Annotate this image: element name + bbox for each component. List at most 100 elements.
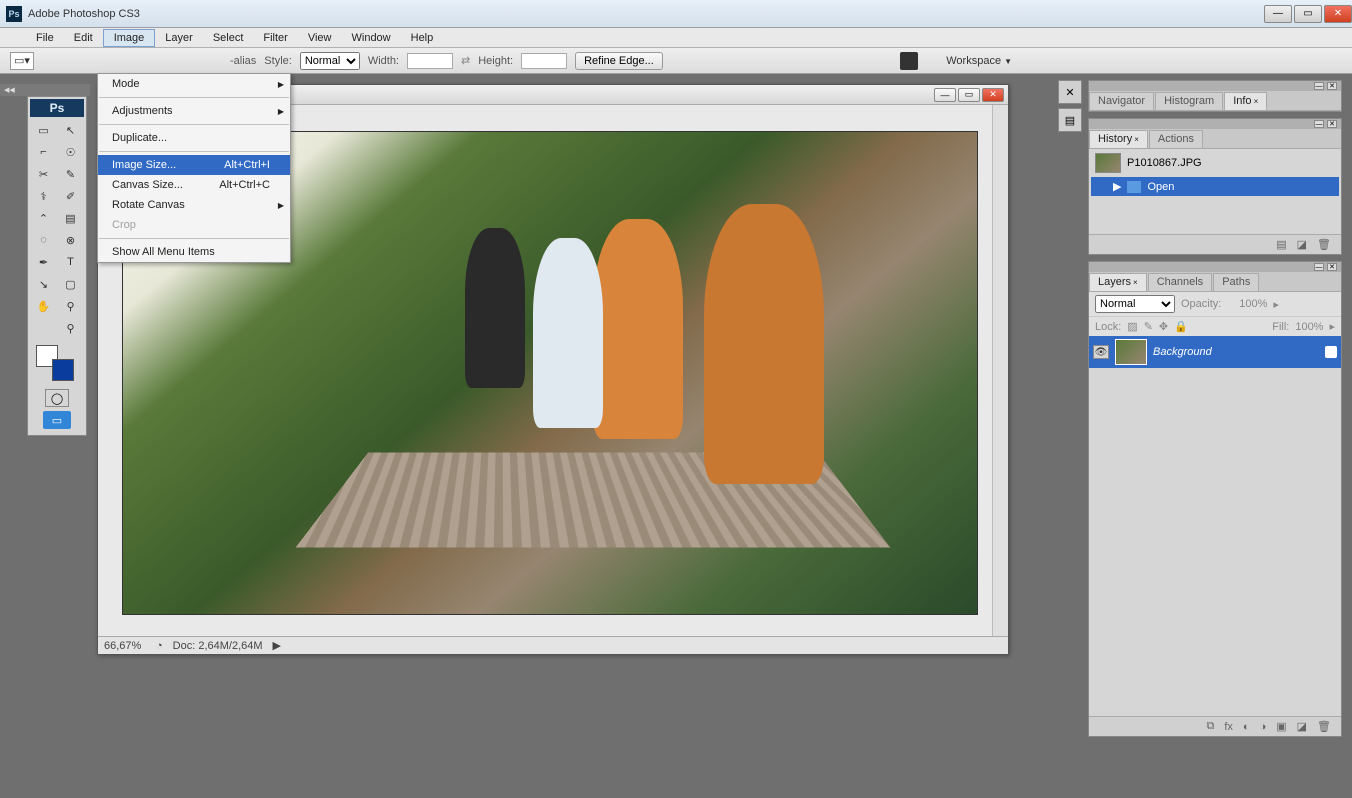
- delete-icon[interactable]: 🗑: [1317, 238, 1331, 251]
- panel-minimize-icon[interactable]: —: [1314, 263, 1324, 271]
- menu-item-show-all-menu-items[interactable]: Show All Menu Items: [98, 242, 290, 262]
- menu-edit[interactable]: Edit: [64, 30, 103, 46]
- layer-visibility-icon[interactable]: 👁: [1093, 345, 1109, 359]
- adjustment-layer-icon[interactable]: ◑: [1260, 721, 1267, 733]
- screen-mode-button[interactable]: ▭: [43, 411, 71, 429]
- doc-close-button[interactable]: ✕: [982, 88, 1004, 102]
- tab-navigator[interactable]: Navigator: [1089, 92, 1154, 110]
- lock-all-icon[interactable]: 🔒: [1174, 320, 1188, 333]
- tool-4-0[interactable]: ⌃: [30, 207, 57, 229]
- lock-transparent-icon[interactable]: ▨: [1127, 320, 1137, 333]
- doc-minimize-button[interactable]: —: [934, 88, 956, 102]
- tool-3-1[interactable]: ✐: [57, 185, 84, 207]
- height-input[interactable]: [521, 53, 567, 69]
- history-handle[interactable]: — ✕: [1089, 119, 1341, 129]
- zoom-level[interactable]: 66,67%: [104, 640, 146, 652]
- tab-layers[interactable]: Layers×: [1089, 273, 1147, 291]
- menu-item-duplicate-[interactable]: Duplicate...: [98, 128, 290, 148]
- tool-preset-picker[interactable]: ▭▾: [10, 52, 34, 70]
- tool-2-0[interactable]: ✂: [30, 163, 57, 185]
- tool-7-0[interactable]: ↘: [30, 273, 57, 295]
- new-document-icon[interactable]: ◪: [1297, 238, 1307, 251]
- tab-info[interactable]: Info×: [1224, 92, 1267, 110]
- delete-layer-icon[interactable]: 🗑: [1317, 720, 1331, 733]
- tool-9-0[interactable]: [30, 317, 57, 339]
- panel-minimize-icon[interactable]: —: [1314, 82, 1324, 90]
- refine-edge-button[interactable]: Refine Edge...: [575, 52, 663, 70]
- fill-arrow-icon[interactable]: ▸: [1329, 320, 1335, 333]
- lock-pixels-icon[interactable]: ✎: [1144, 320, 1153, 333]
- tool-1-0[interactable]: ⌐: [30, 141, 57, 163]
- tool-0-1[interactable]: ↖: [57, 119, 84, 141]
- tool-8-1[interactable]: ⚲: [57, 295, 84, 317]
- panel-close-icon[interactable]: ✕: [1327, 82, 1337, 90]
- zoom-icon[interactable]: ◔: [156, 640, 163, 652]
- new-snapshot-icon[interactable]: ▤: [1276, 238, 1286, 251]
- tools-handle[interactable]: ◀◀: [0, 84, 90, 96]
- menu-view[interactable]: View: [298, 30, 342, 46]
- tool-3-0[interactable]: ⚕: [30, 185, 57, 207]
- tool-8-0[interactable]: ✋: [30, 295, 57, 317]
- tab-history[interactable]: History×: [1089, 130, 1148, 148]
- tab-paths[interactable]: Paths: [1213, 273, 1259, 291]
- style-select[interactable]: Normal: [300, 52, 360, 70]
- tool-4-1[interactable]: ▤: [57, 207, 84, 229]
- link-layers-icon[interactable]: ⧉: [1206, 720, 1214, 733]
- lock-position-icon[interactable]: ✥: [1159, 320, 1168, 333]
- stub-tools-icon[interactable]: ✕: [1058, 80, 1082, 104]
- menu-item-mode[interactable]: Mode: [98, 74, 290, 94]
- menu-item-adjustments[interactable]: Adjustments: [98, 101, 290, 121]
- tool-5-0[interactable]: ◌: [30, 229, 57, 251]
- layers-handle[interactable]: — ✕: [1089, 262, 1341, 272]
- tab-histogram[interactable]: Histogram: [1155, 92, 1223, 110]
- tool-0-0[interactable]: ▭: [30, 119, 57, 141]
- background-color[interactable]: [52, 359, 74, 381]
- navigator-handle[interactable]: — ✕: [1089, 81, 1341, 91]
- tool-2-1[interactable]: ✎: [57, 163, 84, 185]
- menu-item-rotate-canvas[interactable]: Rotate Canvas: [98, 195, 290, 215]
- bridge-icon[interactable]: [900, 52, 918, 70]
- tool-5-1[interactable]: ⊗: [57, 229, 84, 251]
- tool-7-1[interactable]: ▢: [57, 273, 84, 295]
- info-arrow-icon[interactable]: ▶: [273, 639, 281, 652]
- panel-close-icon[interactable]: ✕: [1327, 120, 1337, 128]
- menu-item-canvas-size-[interactable]: Canvas Size...Alt+Ctrl+C: [98, 175, 290, 195]
- doc-maximize-button[interactable]: ▭: [958, 88, 980, 102]
- blend-mode-select[interactable]: Normal: [1095, 295, 1175, 313]
- vertical-scrollbar[interactable]: [992, 105, 1008, 654]
- panel-minimize-icon[interactable]: —: [1314, 120, 1324, 128]
- history-step-open[interactable]: ▶ Open: [1091, 177, 1339, 196]
- history-source-file[interactable]: P1010867.JPG: [1091, 151, 1339, 175]
- menu-select[interactable]: Select: [203, 30, 254, 46]
- minimize-button[interactable]: —: [1264, 5, 1292, 23]
- panel-close-icon[interactable]: ✕: [1327, 263, 1337, 271]
- layer-background[interactable]: 👁 Background: [1089, 336, 1341, 368]
- stub-panel-icon[interactable]: ▤: [1058, 108, 1082, 132]
- tool-1-1[interactable]: ☉: [57, 141, 84, 163]
- menu-file[interactable]: File: [26, 30, 64, 46]
- tab-actions[interactable]: Actions: [1149, 130, 1203, 148]
- tool-6-0[interactable]: ✒: [30, 251, 57, 273]
- new-layer-icon[interactable]: ◪: [1297, 720, 1307, 733]
- swap-icon[interactable]: ⇄: [461, 54, 470, 67]
- menu-item-image-size-[interactable]: Image Size...Alt+Ctrl+I: [98, 155, 290, 175]
- menu-window[interactable]: Window: [342, 30, 401, 46]
- menu-layer[interactable]: Layer: [155, 30, 203, 46]
- layer-style-icon[interactable]: fx: [1224, 721, 1233, 733]
- close-button[interactable]: ✕: [1324, 5, 1352, 23]
- tool-9-1[interactable]: ⚲: [57, 317, 84, 339]
- new-group-icon[interactable]: ▣: [1276, 720, 1286, 733]
- maximize-button[interactable]: ▭: [1294, 5, 1322, 23]
- fill-value[interactable]: 100%: [1295, 321, 1323, 333]
- workspace-switcher[interactable]: Workspace: [900, 52, 1012, 70]
- menu-filter[interactable]: Filter: [253, 30, 297, 46]
- tool-6-1[interactable]: T: [57, 251, 84, 273]
- quick-mask-button[interactable]: ◯: [45, 389, 69, 407]
- width-input[interactable]: [407, 53, 453, 69]
- menu-help[interactable]: Help: [401, 30, 444, 46]
- opacity-arrow-icon[interactable]: ▸: [1273, 298, 1279, 311]
- opacity-value[interactable]: 100%: [1227, 298, 1267, 310]
- tab-channels[interactable]: Channels: [1148, 273, 1212, 291]
- menu-image[interactable]: Image: [103, 29, 156, 47]
- layer-mask-icon[interactable]: ◐: [1243, 721, 1250, 733]
